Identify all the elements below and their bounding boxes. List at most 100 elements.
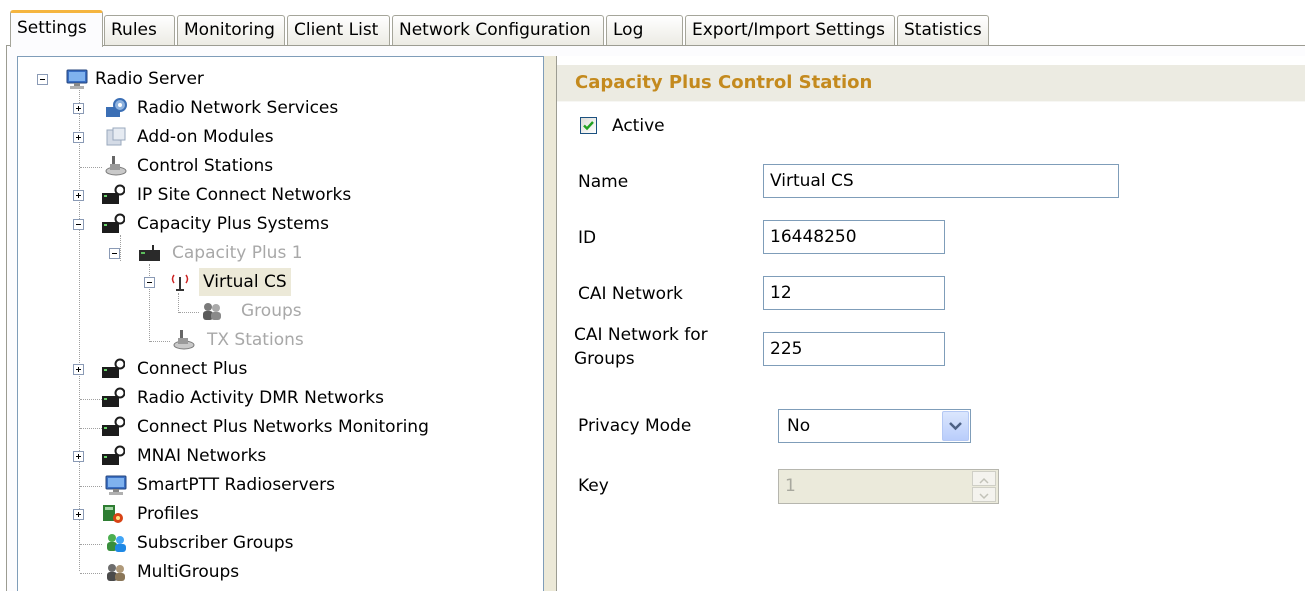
privacy-mode-value: No [787,416,811,436]
tree-item-label: IP Site Connect Networks [137,185,352,205]
tree-item-label: Radio Network Services [137,98,339,118]
dropdown-button[interactable] [942,411,969,441]
expand-icon[interactable] [73,190,84,201]
privacy-mode-label: Privacy Mode [578,416,692,436]
stepper-up-button[interactable] [972,471,996,486]
radio-station-icon [105,156,127,176]
tab-client-list[interactable]: Client List [287,15,390,45]
tree-item-label: Connect Plus Networks Monitoring [137,417,429,437]
network-repeater-icon [102,358,125,378]
tree-item-label: Capacity Plus 1 [172,243,303,263]
tree-item-label: Connect Plus [137,359,248,379]
tree-item-label: TX Stations [207,330,304,350]
tree-item-label: MNAI Networks [137,446,267,466]
tree-item-add-on-modules[interactable]: Add-on Modules [0,123,540,151]
monitor-icon [105,475,127,495]
tree-item-connect-plus-networks-monitoring[interactable]: Connect Plus Networks Monitoring [0,413,540,441]
tab-statistics[interactable]: Statistics [897,15,989,45]
active-label: Active [612,116,665,136]
cai-network-groups-label: CAI Network for [574,325,708,345]
network-repeater-icon [102,416,125,436]
key-value: 1 [785,476,796,496]
radio-station-icon [173,330,195,350]
network-repeater-icon [102,387,125,407]
checkmark-icon [583,121,594,131]
cai-network-field[interactable]: 12 [763,276,945,310]
tree-item-control-stations[interactable]: Control Stations [0,152,540,180]
tab-export-import-settings[interactable]: Export/Import Settings [685,15,895,45]
tab-strip: Settings Rules Monitoring Client List Ne… [0,0,1305,47]
tree-item-label: Groups [241,301,302,321]
privacy-mode-select[interactable]: No [778,409,971,443]
profiles-icon [103,505,123,523]
collapse-icon[interactable] [37,74,48,85]
tree-item-label: SmartPTT Radioservers [137,475,335,495]
id-label: ID [578,228,597,248]
tree-item-label: Virtual CS [199,268,291,296]
group-icon [203,303,221,320]
repeater-icon [139,245,160,261]
tree-item-label: Radio Server [95,69,204,89]
tree-item-ip-site-connect-networks[interactable]: IP Site Connect Networks [0,181,540,209]
tree-item-label: Subscriber Groups [137,533,294,553]
expand-icon[interactable] [73,103,84,114]
tree-item-label: Radio Activity DMR Networks [137,388,384,408]
tree-item-label: Capacity Plus Systems [137,214,329,234]
tree-item-label: Profiles [137,504,199,524]
panel-splitter[interactable] [544,56,556,591]
properties-panel [556,56,1305,591]
cai-network-groups-field[interactable]: 225 [763,332,945,366]
expand-icon[interactable] [73,451,84,462]
tree-item-label: Add-on Modules [137,127,274,147]
expand-icon[interactable] [73,509,84,520]
tab-log[interactable]: Log [606,15,683,45]
panel-title: Capacity Plus Control Station [557,65,1305,102]
chevron-down-icon [979,493,989,500]
subscriber-groups-icon [107,534,126,552]
name-label: Name [578,172,629,192]
network-repeater-icon [102,445,125,465]
gear-services-icon [106,98,127,117]
name-field[interactable]: Virtual CS [763,164,1119,198]
id-field[interactable]: 16448250 [763,220,945,254]
expand-icon[interactable] [73,364,84,375]
tree-item-smartptt-radioservers[interactable]: SmartPTT Radioservers [0,471,540,499]
tree-item-radio-network-services[interactable]: Radio Network Services [0,94,540,122]
stepper-down-button[interactable] [972,487,996,502]
tab-monitoring[interactable]: Monitoring [177,15,285,45]
tree-item-label: MultiGroups [137,562,240,582]
collapse-icon[interactable] [109,248,120,259]
tree-item-subscriber-groups[interactable]: Subscriber Groups [0,529,540,557]
active-checkbox[interactable] [580,117,597,134]
tree-item-capacity-plus-systems[interactable]: Capacity Plus Systems [0,210,540,238]
key-label: Key [578,476,609,496]
collapse-icon[interactable] [144,277,155,288]
antenna-icon [171,274,189,291]
tree-item-tx-stations[interactable]: TX Stations [0,326,540,354]
tree-item-mnai-networks[interactable]: MNAI Networks [0,442,540,470]
tree-item-groups[interactable]: Groups [0,297,540,325]
tree-item-multigroups[interactable]: MultiGroups [0,558,540,586]
monitor-icon [66,69,88,89]
key-stepper[interactable]: 1 [778,469,999,504]
network-repeater-icon [102,213,125,233]
tree-item-radio-activity-dmr-networks[interactable]: Radio Activity DMR Networks [0,384,540,412]
cai-network-label: CAI Network [578,284,683,304]
tree-item-radio-server[interactable]: Radio Server [0,65,540,93]
tree-item-virtual-cs[interactable]: Virtual CS [0,268,540,296]
tab-settings[interactable]: Settings [10,10,103,47]
tab-network-configuration[interactable]: Network Configuration [392,15,604,45]
tree-item-label: Control Stations [137,156,274,176]
tree-item-capacity-plus-1[interactable]: Capacity Plus 1 [0,239,540,267]
chevron-down-icon [949,422,962,431]
tab-rules[interactable]: Rules [104,15,175,45]
collapse-icon[interactable] [73,219,84,230]
puzzle-icon [106,127,126,146]
tree-item-profiles[interactable]: Profiles [0,500,540,528]
network-repeater-icon [102,184,125,204]
tree-item-connect-plus[interactable]: Connect Plus [0,355,540,383]
cai-network-groups-label-line2: Groups [574,349,635,369]
chevron-up-icon [979,477,989,484]
expand-icon[interactable] [73,132,84,143]
group-icon [107,564,125,581]
